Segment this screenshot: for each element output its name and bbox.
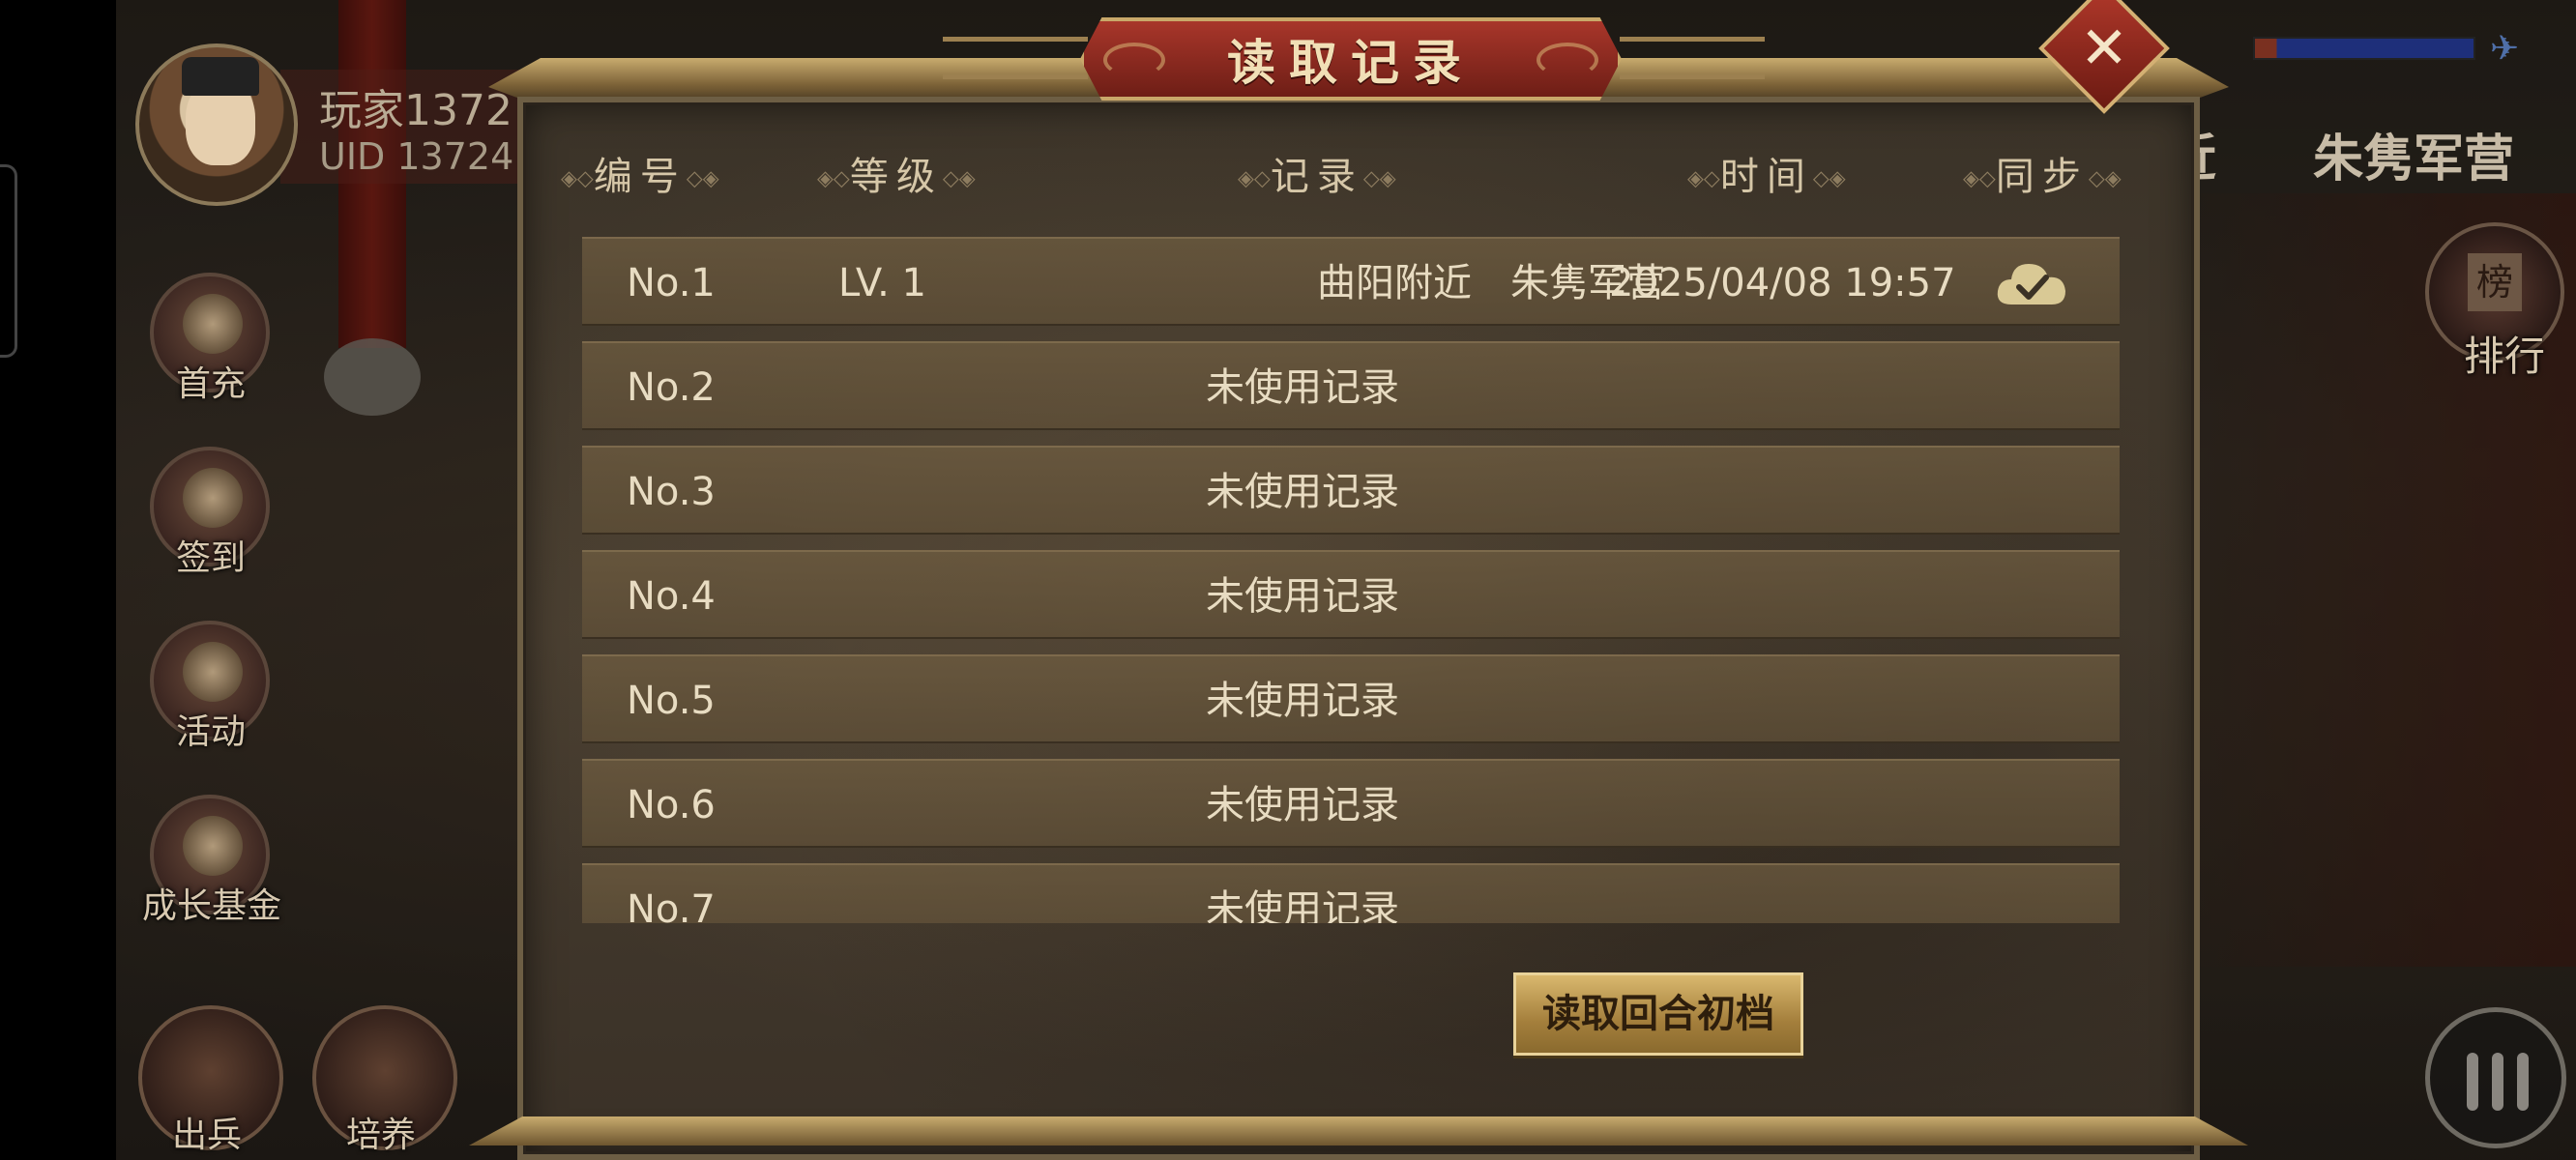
table-header: ◈◇编号◇◈ ◈◇等级◇◈ ◈◇记录◇◈ ◈◇时间◇◈ ◈◇同步◇◈ xyxy=(537,145,2181,203)
swirl-ornament xyxy=(1103,43,1165,77)
record-row-6[interactable]: No.6 未使用记录 xyxy=(582,759,2120,848)
dispatch-troops-label: 出兵 xyxy=(172,1116,243,1155)
ranking-board-icon: 榜 xyxy=(2468,253,2522,311)
screen-edge-notch xyxy=(0,164,17,358)
record-time: 2025/04/08 19:57 xyxy=(1609,261,1956,305)
header-record: ◈◇记录◇◈ xyxy=(1238,155,1396,199)
record-row-5[interactable]: No.5 未使用记录 xyxy=(582,654,2120,743)
cultivate-label: 培养 xyxy=(346,1116,417,1155)
gift-icon xyxy=(183,294,243,354)
title-ornament-right xyxy=(1620,37,1765,79)
swirl-ornament xyxy=(1537,43,1598,77)
record-no: No.1 xyxy=(627,261,716,305)
record-row-3[interactable]: No.3 未使用记录 xyxy=(582,446,2120,535)
bird-icon: ✈ xyxy=(2490,29,2520,69)
record-empty-label: 未使用记录 xyxy=(1206,679,1399,723)
cloud-synced-icon xyxy=(1997,264,2065,304)
load-record-dialog: 读取记录 ✕ ◈◇编号◇◈ ◈◇等级◇◈ ◈◇记录◇◈ ◈◇时间◇◈ ◈◇同步◇… xyxy=(469,0,2248,1160)
record-empty-label: 未使用记录 xyxy=(1206,887,1399,923)
dialog-title: 读取记录 xyxy=(1227,35,1475,91)
player-uid: UID 13724 xyxy=(319,135,514,178)
record-empty-label: 未使用记录 xyxy=(1206,365,1399,410)
ranking-label: 排行 xyxy=(2464,333,2546,380)
title-ornament-left xyxy=(943,37,1088,79)
scroll-icon xyxy=(183,468,243,528)
plant-icon xyxy=(183,816,243,876)
sign-in-label: 签到 xyxy=(176,538,247,578)
resource-bar xyxy=(2253,37,2475,60)
load-round-start-save-button[interactable]: 读取回合初档 xyxy=(1513,972,1803,1056)
growth-fund-label: 成长基金 xyxy=(142,886,282,926)
record-level: LV. 1 xyxy=(838,261,926,305)
flower-basket-icon xyxy=(183,642,243,702)
load-round-start-save-label: 读取回合初档 xyxy=(1542,992,1774,1036)
first-recharge-label: 首充 xyxy=(176,364,247,404)
record-row-1[interactable]: No.1 LV. 1 曲阳附近 朱隽军营 2025/04/08 19:57 xyxy=(582,237,2120,326)
menu-bars-icon xyxy=(2467,1053,2529,1111)
player-name: 玩家1372 xyxy=(319,86,512,135)
record-empty-label: 未使用记录 xyxy=(1206,470,1399,514)
record-row-2[interactable]: No.2 未使用记录 xyxy=(582,341,2120,430)
header-time: ◈◇时间◇◈ xyxy=(1687,155,1846,199)
activity-label: 活动 xyxy=(176,712,247,752)
dialog-title-plate: 读取记录 xyxy=(1080,17,1622,101)
header-sync: ◈◇同步◇◈ xyxy=(1963,155,2122,199)
menu-button[interactable] xyxy=(2425,1007,2566,1148)
record-row-4[interactable]: No.4 未使用记录 xyxy=(582,550,2120,639)
record-empty-label: 未使用记录 xyxy=(1206,783,1399,827)
dialog-bottom-rail xyxy=(469,1116,2248,1146)
player-avatar[interactable] xyxy=(135,44,298,206)
record-row-7[interactable]: No.7 未使用记录 xyxy=(582,863,2120,923)
location-tab-label[interactable]: 朱隽军营 xyxy=(2313,118,2514,190)
record-empty-label: 未使用记录 xyxy=(1206,574,1399,619)
avatar-hat xyxy=(182,57,259,96)
record-list[interactable]: No.1 LV. 1 曲阳附近 朱隽军营 2025/04/08 19:57 No… xyxy=(582,237,2120,923)
header-level: ◈◇等级◇◈ xyxy=(817,155,976,199)
close-icon: ✕ xyxy=(2079,14,2129,82)
header-no: ◈◇编号◇◈ xyxy=(561,155,719,199)
